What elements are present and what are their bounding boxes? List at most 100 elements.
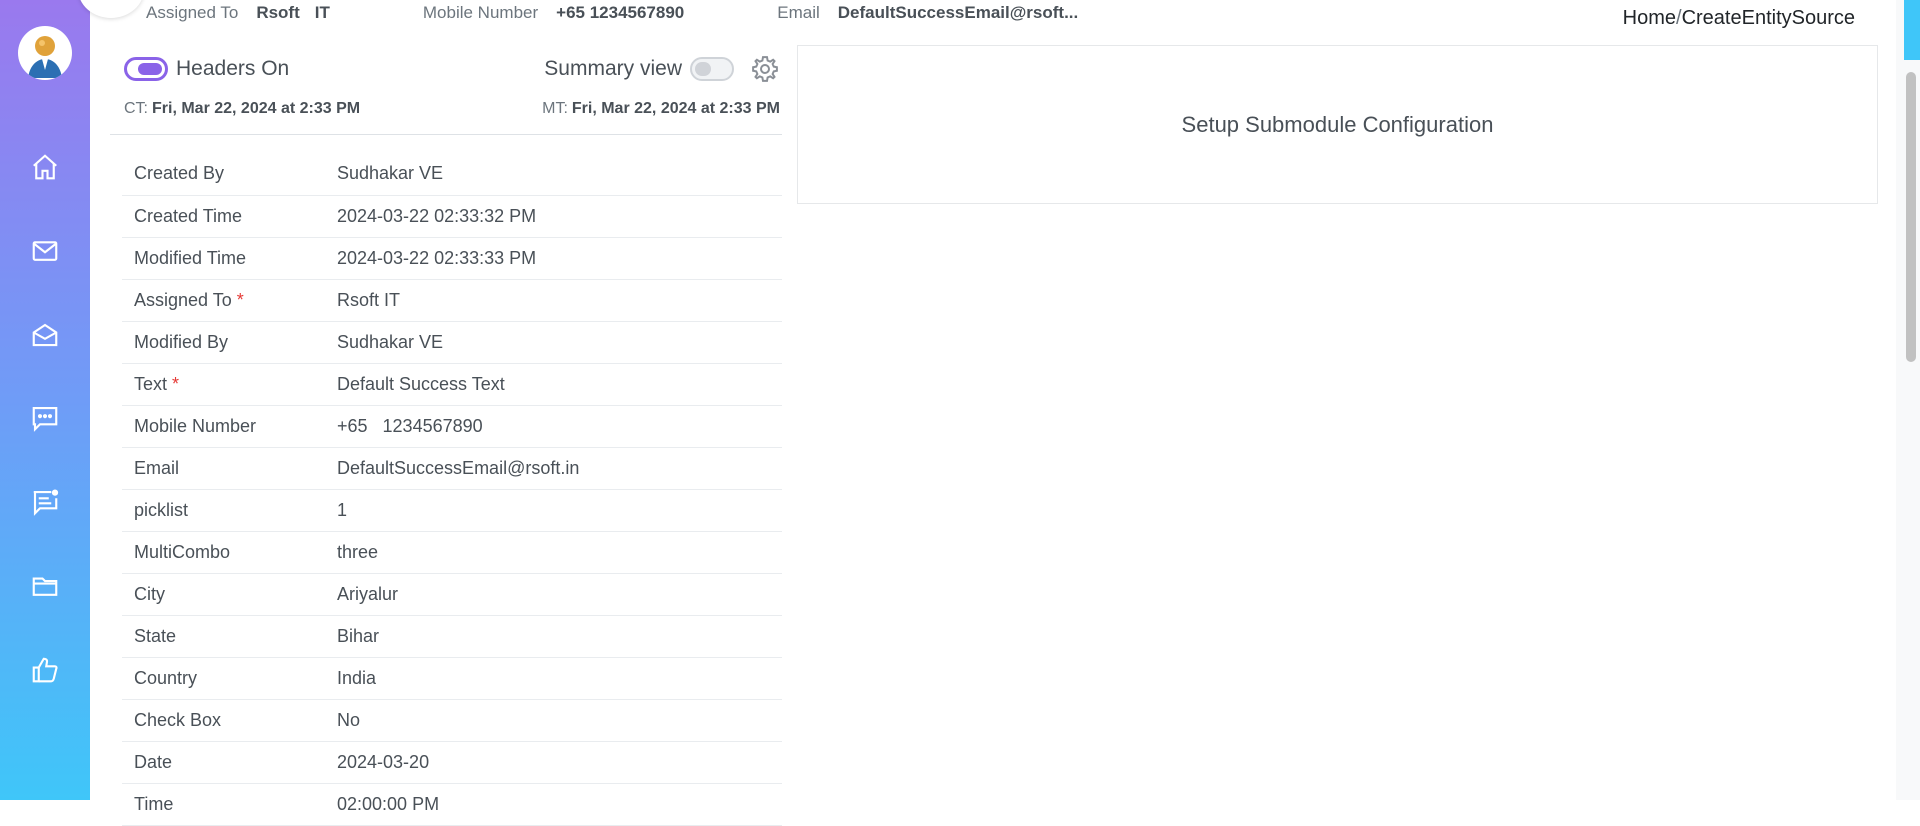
field-label-text: Created By xyxy=(134,163,225,184)
submodule-config-panel[interactable]: Setup Submodule Configuration xyxy=(797,45,1878,204)
field-value: Default Success Text xyxy=(337,363,782,406)
table-row: State Bihar xyxy=(122,615,782,658)
headers-toggle-knob xyxy=(138,63,162,75)
field-value: Sudhakar VE xyxy=(337,153,782,196)
field-label-text: Modified Time xyxy=(134,247,247,268)
table-row: Modified By Sudhakar VE xyxy=(122,321,782,364)
created-time-value: Fri, Mar 22, 2024 at 2:33 PM xyxy=(152,100,361,117)
headers-toggle-label: Headers On xyxy=(176,57,290,80)
table-row: Assigned To * Rsoft IT xyxy=(122,279,782,322)
table-row: Email DefaultSuccessEmail@rsoft.in xyxy=(122,447,782,490)
table-row: Time 02:00:00 PM xyxy=(122,783,782,826)
field-value: 2024-03-22 02:33:32 PM xyxy=(337,195,782,238)
field-label: Text * xyxy=(122,363,337,406)
thumbs-up-icon[interactable] xyxy=(29,654,61,686)
breadcrumb-current: CreateEntitySource xyxy=(1681,7,1855,29)
field-label-text: State xyxy=(134,625,177,646)
breadcrumb: Home/CreateEntitySource xyxy=(1623,7,1855,30)
table-row: MultiCombo three xyxy=(122,531,782,574)
assigned-to-value-1: Rsoft xyxy=(256,3,300,22)
chat-icon[interactable] xyxy=(29,402,61,434)
field-label-text: MultiCombo xyxy=(134,541,231,562)
breadcrumb-home-link[interactable]: Home xyxy=(1623,7,1676,29)
field-label: Created By xyxy=(122,153,337,196)
required-asterisk: * xyxy=(167,373,180,394)
field-label: Created Time xyxy=(122,195,337,238)
field-label: City xyxy=(122,573,337,616)
record-fields-table: Created By Sudhakar VE Created Time 2024-03… xyxy=(122,153,782,826)
field-value: Rsoft IT xyxy=(337,279,782,322)
header-divider xyxy=(110,134,782,135)
page-scrollbar[interactable] xyxy=(1896,0,1920,800)
field-label-text: Country xyxy=(134,667,198,688)
field-value: Bihar xyxy=(337,615,782,658)
user-avatar[interactable] xyxy=(18,26,72,80)
field-label-text: Time xyxy=(134,793,174,814)
table-row: City Ariyalur xyxy=(122,573,782,616)
gear-icon[interactable] xyxy=(750,54,780,84)
table-row: Country India xyxy=(122,657,782,700)
field-value: 2024-03-20 xyxy=(337,741,782,784)
field-label: Date xyxy=(122,741,337,784)
summary-view-toggle[interactable] xyxy=(690,57,734,81)
field-label: Time xyxy=(122,783,337,826)
field-label-text: Check Box xyxy=(134,709,222,730)
summary-view-label: Summary view xyxy=(544,57,682,80)
table-row: picklist 1 xyxy=(122,489,782,532)
mail-icon[interactable] xyxy=(29,235,61,267)
setup-submodule-configuration-text[interactable]: Setup Submodule Configuration xyxy=(1182,112,1494,138)
assigned-to-value-2: IT xyxy=(314,3,330,22)
required-asterisk: * xyxy=(231,289,244,310)
table-row: Created Time 2024-03-22 02:33:32 PM xyxy=(122,195,782,238)
created-time-label: CT: xyxy=(124,100,148,117)
field-label-text: Assigned To xyxy=(134,289,232,310)
field-value: +65 1234567890 xyxy=(337,405,782,448)
field-label-text: Modified By xyxy=(134,331,229,352)
field-value: three xyxy=(337,531,782,574)
table-row: Check Box No xyxy=(122,699,782,742)
scrollbar-thumb[interactable] xyxy=(1906,72,1916,362)
field-label: Check Box xyxy=(122,699,337,742)
field-label: Modified Time xyxy=(122,237,337,280)
field-label-text: Email xyxy=(134,457,180,478)
assigned-to-label: Assigned To xyxy=(146,3,239,22)
field-label-text: picklist xyxy=(134,499,189,520)
field-label: Mobile Number xyxy=(122,405,337,448)
summary-view-toggle-knob xyxy=(695,62,711,76)
field-label-text: Date xyxy=(134,751,173,772)
table-row: Date 2024-03-20 xyxy=(122,741,782,784)
headers-toggle[interactable] xyxy=(124,57,168,81)
view-options-row: Headers On Summary view xyxy=(124,52,780,86)
field-label: picklist xyxy=(122,489,337,532)
field-value: DefaultSuccessEmail@rsoft.in xyxy=(337,447,782,490)
mobile-number-label: Mobile Number xyxy=(422,3,539,22)
field-value: No xyxy=(337,699,782,742)
home-icon[interactable] xyxy=(29,151,61,183)
field-label-text: Text xyxy=(134,373,168,394)
record-summary-bar: Assigned To Rsoft IT Mobile Number +65 1… xyxy=(146,0,1078,26)
field-value: 02:00:00 PM xyxy=(337,783,782,826)
timestamps-row: CT: Fri, Mar 22, 2024 at 2:33 PM MT: Fri… xyxy=(124,100,780,118)
table-row: Text * Default Success Text xyxy=(122,363,782,406)
table-row: Modified Time 2024-03-22 02:33:33 PM xyxy=(122,237,782,280)
notification-chat-icon[interactable] xyxy=(29,486,61,518)
field-label: MultiCombo xyxy=(122,531,337,574)
field-label-text: City xyxy=(134,583,165,604)
field-label: Assigned To * xyxy=(122,279,337,322)
field-label-text: Created Time xyxy=(134,205,243,226)
mail-open-icon[interactable] xyxy=(29,319,61,351)
table-row: Created By Sudhakar VE xyxy=(122,153,782,196)
folder-icon[interactable] xyxy=(29,570,61,602)
field-value: 1 xyxy=(337,489,782,532)
field-value: Sudhakar VE xyxy=(337,321,782,364)
email-value: DefaultSuccessEmail@rsoft... xyxy=(837,3,1079,22)
field-value: 2024-03-22 02:33:33 PM xyxy=(337,237,782,280)
mobile-number-value: +65 1234567890 xyxy=(556,3,685,22)
modified-time-label: MT: xyxy=(542,100,568,117)
field-label-text: Mobile Number xyxy=(134,415,257,436)
sidebar xyxy=(0,0,90,800)
field-label: State xyxy=(122,615,337,658)
field-label: Email xyxy=(122,447,337,490)
modified-time-value: Fri, Mar 22, 2024 at 2:33 PM xyxy=(571,100,780,117)
field-label: Country xyxy=(122,657,337,700)
